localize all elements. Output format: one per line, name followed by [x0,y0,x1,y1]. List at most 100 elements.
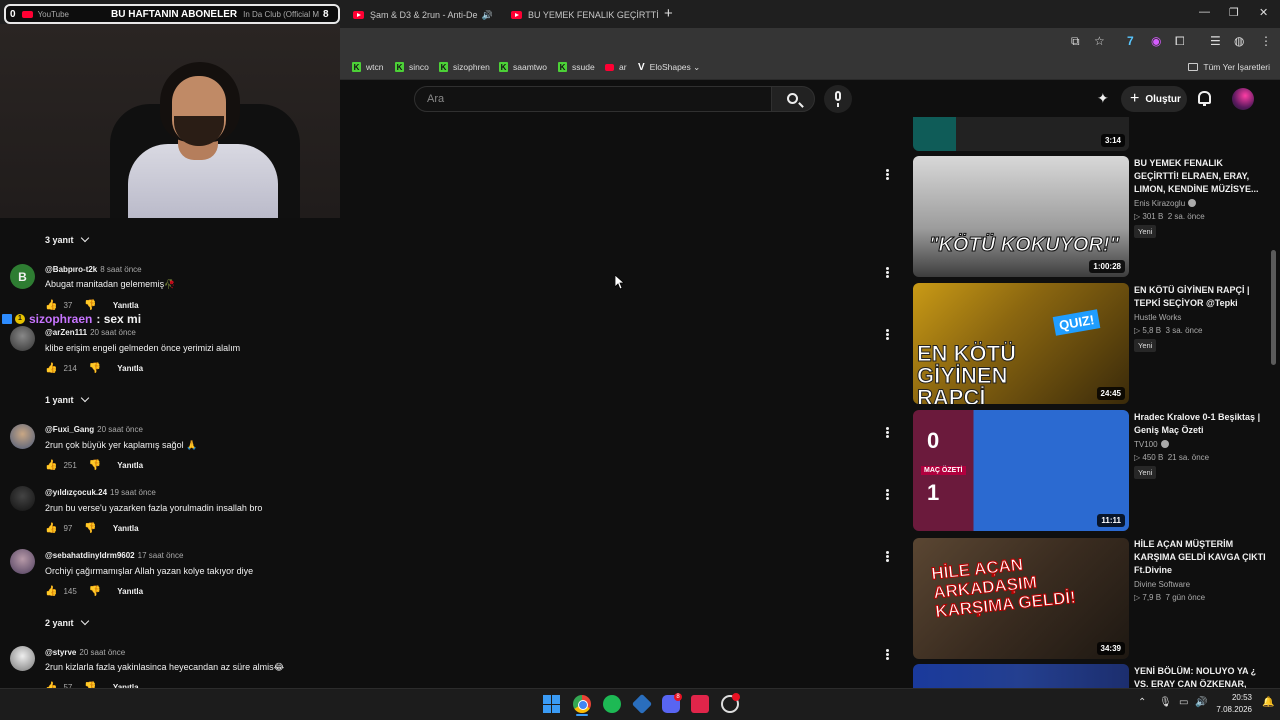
bookmark-ssude[interactable]: Kssude [558,62,595,72]
avatar[interactable] [10,424,35,449]
system-clock[interactable]: 20:53 7.08.2026 [1212,692,1252,716]
video-thumbnail[interactable]: "KÖTÜ KOKUYOR!" 1:00:28 [913,156,1129,277]
install-app-icon[interactable]: ⧉ [1071,34,1080,49]
reply-button[interactable]: Yanıtla [117,587,143,596]
volume-icon[interactable]: 🔊 [1195,697,1207,708]
replies-toggle[interactable]: 2 yanıt [45,616,89,628]
dislike-icon[interactable]: 👎 [89,586,101,597]
channel-name[interactable]: Enis Kirazoglu [1134,199,1197,208]
video-thumbnail[interactable]: QUIZ! EN KÖTÜ GİYİNEN RAPÇİ 24:45 [913,283,1129,404]
v-icon: V [638,62,645,73]
valorant-icon[interactable] [691,695,709,713]
extension-icon[interactable]: 7 [1127,34,1134,48]
chevron-down-icon [80,233,89,243]
comment-author[interactable]: @Fuxi_Gang 20 saat önce [45,425,143,434]
bookmark-wtcn[interactable]: Kwtcn [352,62,383,72]
comment-author[interactable]: @Babpıro-t2k 8 saat önce [45,265,142,274]
video-thumbnail[interactable]: 0 MAÇ ÖZETİ 1 11:11 [913,410,1129,531]
video-thumbnail[interactable]: 3:14 [913,117,1129,151]
comment-actions: 👍 214 👎 Yanıtla [45,363,144,374]
comment-author[interactable]: @arZen111 20 saat önce [45,328,136,337]
comment-author[interactable]: @sebahatdinyldrm9602 17 saat önce [45,551,183,560]
more-options-icon[interactable] [886,328,890,341]
reply-button[interactable]: Yanıtla [113,524,139,533]
comment-actions: 👍 251 👎 Yanıtla [45,460,144,471]
video-thumbnail[interactable]: HİLE AÇAN ARKADAŞIM KARŞIMA GELDİ! 34:39 [913,538,1129,659]
dislike-icon[interactable]: 👎 [89,460,101,471]
video-title[interactable]: BU YEMEK FENALIK GEÇİRTTİ! ELRAEN, ERAY,… [1134,157,1270,196]
like-icon[interactable]: 👍 [45,586,57,597]
reply-button[interactable]: Yanıtla [113,301,139,310]
close-window-button[interactable]: ✕ [1259,6,1268,19]
video-thumbnail[interactable] [913,664,1129,688]
chrome-icon[interactable] [573,695,591,713]
extensions-puzzle-icon[interactable]: ⧠ [1175,34,1185,49]
bookmark-sizophren[interactable]: Ksizophren [439,62,490,72]
page-scrollbar[interactable] [1271,250,1276,365]
kick-icon: K [395,62,404,72]
stream-chat-message: 1 sizophraen: sex mi [2,312,141,326]
avatar[interactable]: B [10,264,35,289]
search-input[interactable]: Ara [414,86,772,112]
reading-list-icon[interactable]: ☰ [1210,34,1221,48]
like-icon[interactable]: 👍 [45,460,57,471]
more-options-icon[interactable] [886,550,890,563]
video-title[interactable]: EN KÖTÜ GİYİNEN RAPÇİ | TEPKİ SEÇİYOR @T… [1134,284,1270,310]
account-avatar[interactable] [1232,88,1254,110]
webcam-overlay [0,24,340,218]
comment-author[interactable]: @yıldızçocuk.24 19 saat önce [45,488,156,497]
windows-start-icon[interactable] [543,695,561,713]
replies-toggle[interactable]: 1 yanıt [45,393,89,405]
more-options-icon[interactable] [886,488,890,501]
replies-toggle[interactable]: 3 yanıt [45,233,89,245]
avatar[interactable] [10,486,35,511]
like-icon[interactable]: 👍 [45,300,57,311]
bookmark-eloshapes[interactable]: V EloShapes ⌄ [638,62,700,73]
avatar[interactable] [10,326,35,351]
comment-author[interactable]: @styrve 20 saat önce [45,648,125,657]
gift-badge-icon: 1 [15,314,25,324]
bookmark-star-icon[interactable]: ☆ [1094,34,1105,48]
reply-button[interactable]: Yanıtla [117,461,143,470]
bookmark-sinco[interactable]: Ksinco [395,62,429,72]
create-button[interactable]: + Oluştur [1121,86,1187,112]
avatar[interactable] [10,646,35,671]
reply-button[interactable]: Yanıtla [117,364,143,373]
video-title[interactable]: HİLE AÇAN MÜŞTERİM KARŞIMA GELDİ KAVGA Ç… [1134,538,1270,577]
extension-icon[interactable]: ◉ [1151,34,1161,48]
minimize-button[interactable]: — [1199,6,1210,18]
video-title[interactable]: Hradec Kralove 0-1 Beşiktaş | Geniş Maç … [1134,411,1270,437]
premium-gift-icon[interactable]: ✦ [1097,90,1109,107]
tray-expand-icon[interactable]: ⌃ [1138,697,1146,708]
bookmark-saamtwo[interactable]: Ksaamtwo [499,62,547,72]
maximize-button[interactable]: ❐ [1229,6,1239,19]
search-button[interactable] [771,86,815,112]
video-title[interactable]: YENİ BÖLÜM: NOLUYO YA ¿ VS. ERAY CAN ÖZK… [1134,665,1270,688]
more-options-icon[interactable] [886,648,890,661]
bookmark-ar[interactable]: ar [605,62,627,72]
channel-name[interactable]: TV100 [1134,440,1169,449]
channel-name[interactable]: Hustle Works [1134,313,1181,322]
profile-icon[interactable]: ◍ [1234,34,1244,48]
notification-bell-icon[interactable]: 🔔 [1262,697,1274,708]
more-options-icon[interactable] [886,266,890,279]
like-icon[interactable]: 👍 [45,523,57,534]
dislike-icon[interactable]: 👎 [84,523,96,534]
mic-tray-icon[interactable]: 🎙 [1159,697,1172,708]
like-icon[interactable]: 👍 [45,363,57,374]
all-bookmarks[interactable]: Tüm Yer İşaretleri [1188,62,1270,72]
video-duration: 3:14 [1100,134,1125,147]
network-icon[interactable]: ▭ [1179,697,1188,708]
avatar[interactable] [10,549,35,574]
new-tab-button[interactable]: + [664,5,673,22]
more-options-icon[interactable] [886,168,890,181]
voice-search-button[interactable] [824,85,852,113]
dislike-icon[interactable]: 👎 [89,363,101,374]
tab-bu-yemek[interactable]: BU YEMEK FENALIK GEÇİRTTİ! E ✕ [503,4,658,26]
more-options-icon[interactable] [886,426,890,439]
dislike-icon[interactable]: 👎 [84,300,96,311]
menu-dots-icon[interactable]: ⋮ [1260,34,1272,48]
notifications-bell-icon[interactable] [1198,91,1211,106]
spotify-icon[interactable] [603,695,621,713]
channel-name[interactable]: Divine Software [1134,580,1190,589]
